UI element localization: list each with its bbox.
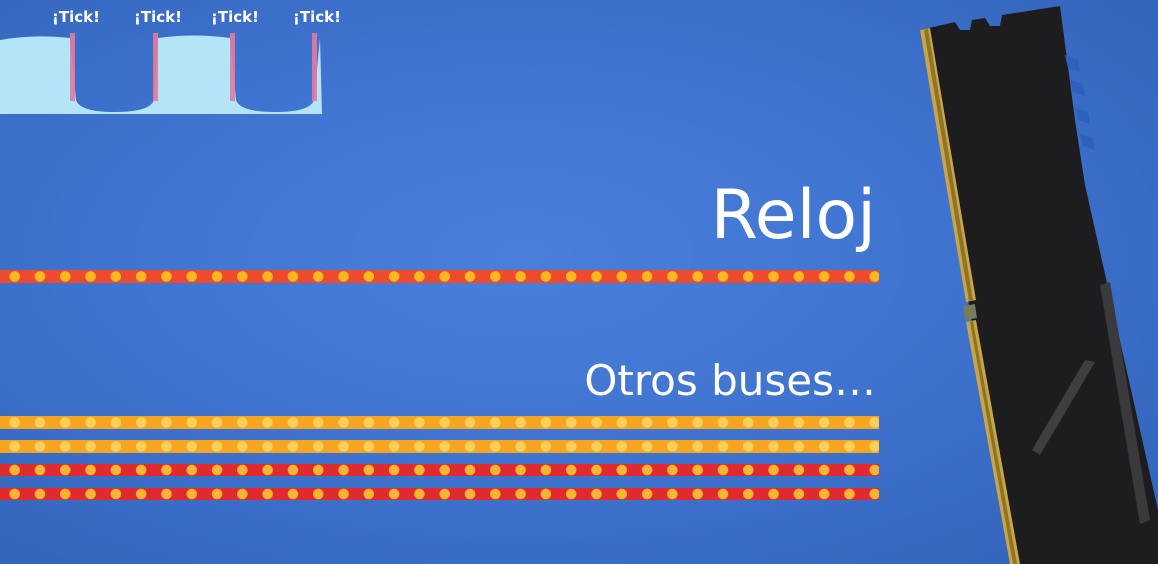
other-buses-title: Otros buses… (584, 356, 876, 405)
tick-marker (153, 33, 158, 101)
clock-bus-line (0, 270, 879, 283)
tick-label: ¡Tick! (211, 8, 259, 26)
other-bus-line (0, 440, 879, 453)
other-bus-line (0, 464, 879, 476)
clock-bus-scene: ¡Tick! ¡Tick! ¡Tick! ¡Tick! Reloj Otros … (0, 0, 1158, 564)
tick-marker (312, 33, 317, 101)
tick-marker (70, 33, 75, 101)
tick-label: ¡Tick! (134, 8, 182, 26)
tick-label: ¡Tick! (52, 8, 100, 26)
clock-bus-title: Reloj (710, 176, 876, 255)
tick-label: ¡Tick! (293, 8, 341, 26)
other-bus-line (0, 488, 879, 500)
other-bus-line (0, 416, 879, 429)
ram-module-icon (920, 6, 1158, 564)
tick-marker (230, 33, 235, 101)
waveform-shape (0, 35, 322, 114)
